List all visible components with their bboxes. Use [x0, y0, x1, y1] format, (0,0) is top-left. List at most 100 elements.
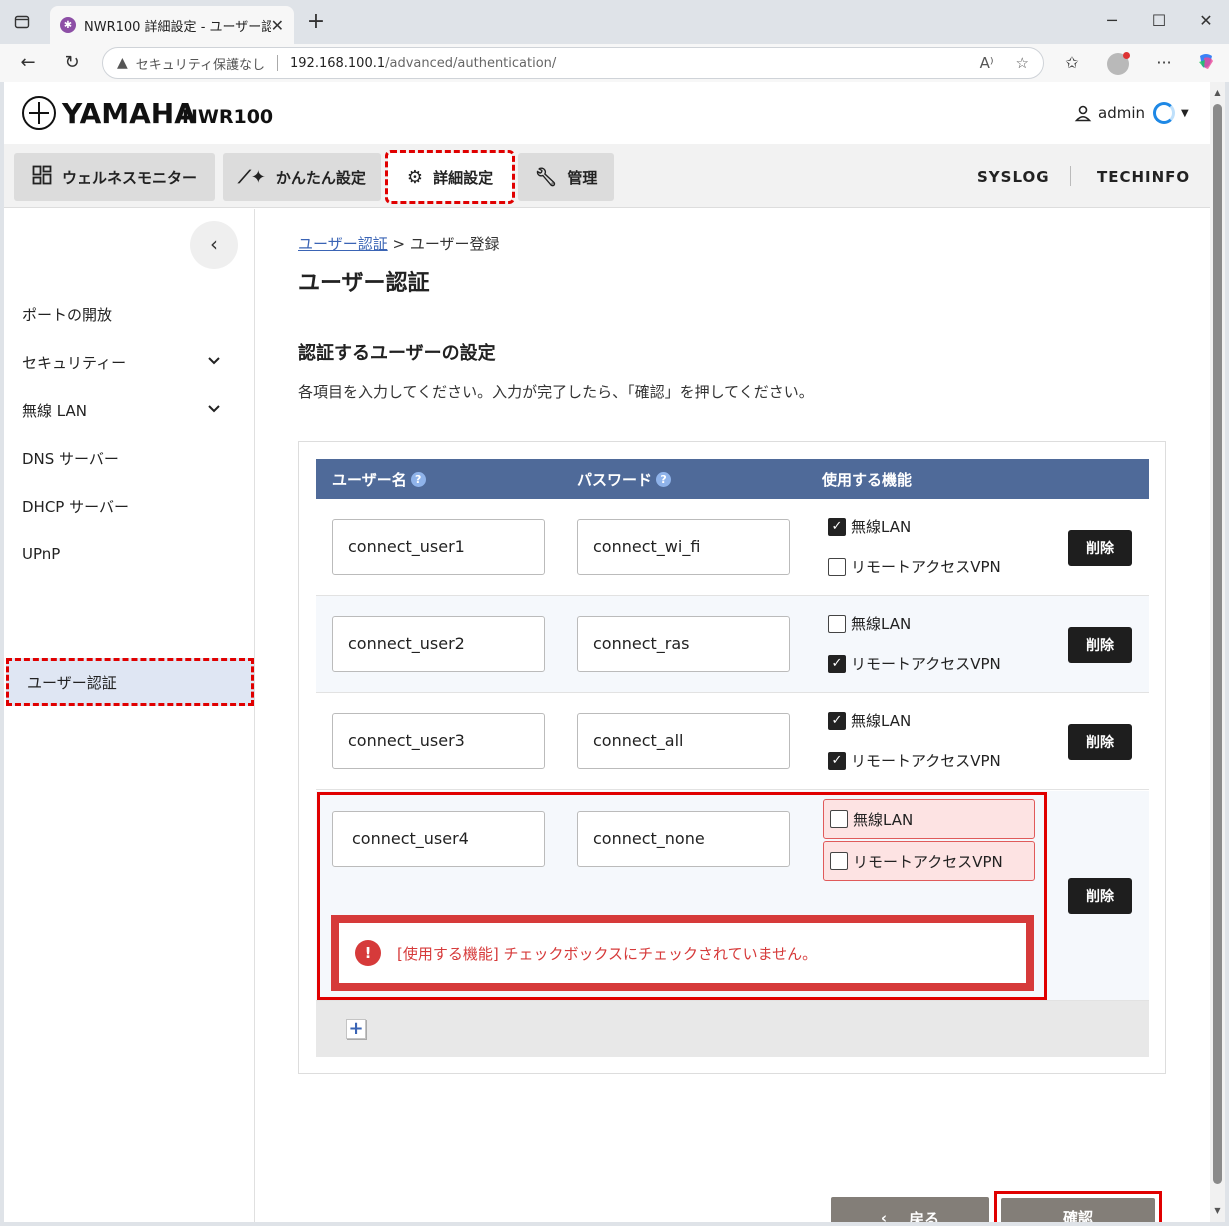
table-row: connect_user2 connect_ras 無線LAN ✓ リモートアクセ… — [316, 596, 1149, 693]
copilot-icon[interactable] — [1194, 52, 1218, 76]
section-title: 認証するユーザーの設定 — [298, 343, 496, 364]
chevron-left-icon: ‹ — [210, 232, 218, 256]
username-label: admin — [1098, 104, 1145, 122]
confirm-button[interactable]: 確認 — [1001, 1198, 1155, 1222]
page-scrollbar[interactable]: ▲ ▼ — [1210, 82, 1225, 1222]
unchecked-box-icon — [830, 852, 848, 870]
header-username: ユーザー名? — [332, 469, 426, 490]
scroll-down-icon[interactable]: ▼ — [1212, 1206, 1223, 1216]
password-input[interactable]: connect_ras — [577, 616, 790, 672]
grid-icon — [32, 165, 52, 190]
wireless-lan-checkbox[interactable]: ✓ 無線LAN — [828, 516, 911, 537]
url-bar[interactable]: ▲ セキュリティ保護なし 192.168.100.1 /advanced/aut… — [102, 47, 1044, 79]
profile-icon[interactable] — [1106, 52, 1130, 76]
syslog-link[interactable]: SYSLOG — [977, 168, 1050, 186]
password-input[interactable]: connect_all — [577, 713, 790, 769]
password-input[interactable]: connect_none — [577, 811, 790, 867]
option-label: リモートアクセスVPN — [851, 655, 1001, 673]
browser-tab[interactable]: ✱ NWR100 詳細設定 - ユーザー認証 ✕ — [50, 6, 294, 44]
close-window-icon[interactable]: ✕ — [1194, 10, 1218, 34]
back-arrow-icon[interactable]: ← — [16, 51, 40, 75]
breadcrumb-link-user-auth[interactable]: ユーザー認証 — [298, 235, 388, 253]
help-icon[interactable]: ? — [656, 472, 672, 487]
breadcrumb-separator: > — [387, 235, 410, 253]
more-menu-icon[interactable]: ··· — [1152, 52, 1176, 76]
sidebar-item-label: DHCP サーバー — [22, 497, 129, 516]
collapse-sidebar-button[interactable]: ‹ — [190, 221, 238, 269]
scroll-up-icon[interactable]: ▲ — [1212, 88, 1223, 98]
tab-wellness-monitor[interactable]: ウェルネスモニター — [14, 153, 215, 201]
scrollbar-thumb[interactable] — [1213, 104, 1222, 1184]
sidebar-item-label: セキュリティー — [22, 353, 127, 372]
url-separator — [277, 55, 279, 71]
sidebar-item-dns-server[interactable]: DNS サーバー — [4, 434, 255, 482]
option-label: リモートアクセスVPN — [853, 852, 1003, 871]
tab-close-icon[interactable]: ✕ — [271, 16, 284, 35]
help-icon[interactable]: ? — [410, 472, 426, 487]
wireless-lan-checkbox[interactable]: ✓ 無線LAN — [828, 710, 911, 731]
table-row-error: connect_user4 connect_none 無線LAN リモートアクセ… — [316, 791, 1149, 1001]
sidebar-item-label: DNS サーバー — [22, 449, 119, 468]
error-message: [使用する機能] チェックボックスにチェックされていません。 — [397, 944, 818, 963]
logo-text: YAMAHA — [62, 96, 196, 130]
yamaha-logo[interactable]: YAMAHA — [22, 96, 196, 130]
delete-button[interactable]: 削除 — [1068, 878, 1132, 914]
tab-label: ウェルネスモニター — [61, 168, 197, 187]
yamaha-emblem-icon — [22, 96, 56, 130]
table-row: connect_user1 connect_wi_fi ✓ 無線LAN リモートア… — [316, 499, 1149, 596]
add-user-button[interactable]: + — [346, 1019, 366, 1039]
tab-label: かんたん設定 — [275, 168, 366, 187]
page-title: ユーザー認証 — [298, 271, 430, 296]
sidebar-item-label: 無線 LAN — [22, 401, 87, 420]
main-content: ユーザー認証 > ユーザー登録 ユーザー認証 認証するユーザーの設定 各項目を入… — [256, 209, 1210, 1222]
wireless-lan-checkbox[interactable]: 無線LAN — [828, 613, 911, 634]
username-input[interactable]: connect_user4 — [332, 811, 545, 867]
sidebar-item-label: UPnP — [22, 545, 61, 563]
magic-wand-icon: ⟋✦ — [238, 166, 266, 188]
password-input[interactable]: connect_wi_fi — [577, 519, 790, 575]
sidebar-item-upnp[interactable]: UPnP — [4, 530, 255, 578]
option-label: 無線LAN — [853, 810, 914, 829]
sidebar-item-security[interactable]: セキュリティー — [4, 338, 255, 386]
sidebar-item-port-open[interactable]: ポートの開放 — [4, 290, 255, 338]
tab-easy-setup[interactable]: ⟋✦ かんたん設定 — [223, 153, 381, 201]
remote-vpn-checkbox[interactable]: ✓ リモートアクセスVPN — [828, 653, 1001, 674]
favorite-star-icon[interactable]: ☆ — [1016, 54, 1029, 72]
option-label: 無線LAN — [851, 615, 912, 633]
maximize-icon[interactable]: ☐ — [1147, 10, 1171, 34]
error-exclamation-icon: ! — [355, 940, 381, 966]
favorites-icon[interactable]: ✩ — [1060, 52, 1084, 76]
window-menu-icon[interactable] — [12, 12, 32, 32]
back-button[interactable]: ‹ 戻る — [831, 1197, 989, 1222]
minimize-icon[interactable]: ─ — [1100, 10, 1124, 34]
sidebar-item-wireless-lan[interactable]: 無線 LAN — [4, 386, 255, 434]
sidebar-item-user-auth[interactable]: ユーザー認証 — [6, 658, 254, 706]
site-header: YAMAHA NWR100 admin ▼ — [4, 82, 1210, 144]
tab-advanced-settings[interactable]: ⚙ 詳細設定 — [385, 150, 515, 204]
user-menu[interactable]: admin ▼ — [1074, 102, 1189, 124]
delete-button[interactable]: 削除 — [1068, 724, 1132, 760]
techinfo-link[interactable]: TECHINFO — [1097, 168, 1190, 186]
delete-button[interactable]: 削除 — [1068, 627, 1132, 663]
breadcrumb: ユーザー認証 > ユーザー登録 — [298, 233, 500, 254]
unchecked-box-icon — [828, 557, 846, 576]
tab-management[interactable]: 🔧︎ 管理 — [518, 153, 614, 201]
sidebar-item-dhcp-server[interactable]: DHCP サーバー — [4, 482, 255, 530]
sidebar-item-label: ポートの開放 — [22, 305, 113, 324]
username-input[interactable]: connect_user3 — [332, 713, 545, 769]
table-row: connect_user3 connect_all ✓ 無線LAN ✓ リモートアク… — [316, 693, 1149, 790]
chevron-left-icon: ‹ — [880, 1209, 888, 1222]
delete-button[interactable]: 削除 — [1068, 530, 1132, 566]
username-input[interactable]: connect_user2 — [332, 616, 545, 672]
wireless-lan-checkbox[interactable]: 無線LAN — [823, 799, 1035, 839]
reload-icon[interactable]: ↻ — [60, 51, 84, 75]
remote-vpn-checkbox[interactable]: リモートアクセスVPN — [823, 841, 1035, 881]
new-tab-button[interactable]: + — [304, 10, 328, 34]
remote-vpn-checkbox[interactable]: リモートアクセスVPN — [828, 556, 1001, 577]
chevron-down-icon — [207, 354, 221, 370]
caret-down-icon: ▼ — [1181, 107, 1189, 119]
gear-icon: ⚙ — [406, 166, 424, 188]
read-aloud-icon[interactable]: A⁾ — [980, 54, 994, 72]
remote-vpn-checkbox[interactable]: ✓ リモートアクセスVPN — [828, 750, 1001, 771]
username-input[interactable]: connect_user1 — [332, 519, 545, 575]
